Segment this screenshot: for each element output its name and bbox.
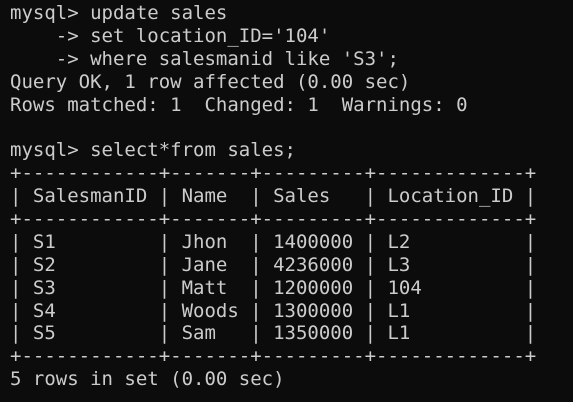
result-summary: 5 rows in set (0.00 sec) (10, 368, 285, 391)
query-result-status: Query OK, 1 row affected (0.00 sec) (10, 70, 411, 93)
rows-matched-status: Rows matched: 1 Changed: 1 Warnings: 0 (10, 93, 468, 116)
table-border-header: +------------+-------+---------+--------… (10, 208, 537, 231)
command-line-select: mysql> select*from sales; (10, 139, 296, 162)
table-border-bottom: +------------+-------+---------+--------… (10, 345, 537, 368)
table-border-top: +------------+-------+---------+--------… (10, 162, 537, 185)
command-line-update: mysql> update sales (10, 2, 228, 24)
table-header-row: | SalesmanID | Name | Sales | Location_I… (10, 185, 537, 208)
table-row: | S5 | Sam | 1350000 | L1 | (10, 322, 537, 345)
table-row: | S3 | Matt | 1200000 | 104 | (10, 276, 537, 299)
command-continuation-set: -> set location_ID='104' (10, 24, 331, 47)
command-continuation-where: -> where salesmanid like 'S3'; (10, 47, 399, 70)
terminal-window[interactable]: mysql> update sales -> set location_ID='… (0, 0, 573, 402)
table-row: | S4 | Woods | 1300000 | L1 | (10, 299, 537, 322)
table-row: | S2 | Jane | 4236000 | L3 | (10, 253, 537, 276)
table-row: | S1 | Jhon | 1400000 | L2 | (10, 230, 537, 253)
